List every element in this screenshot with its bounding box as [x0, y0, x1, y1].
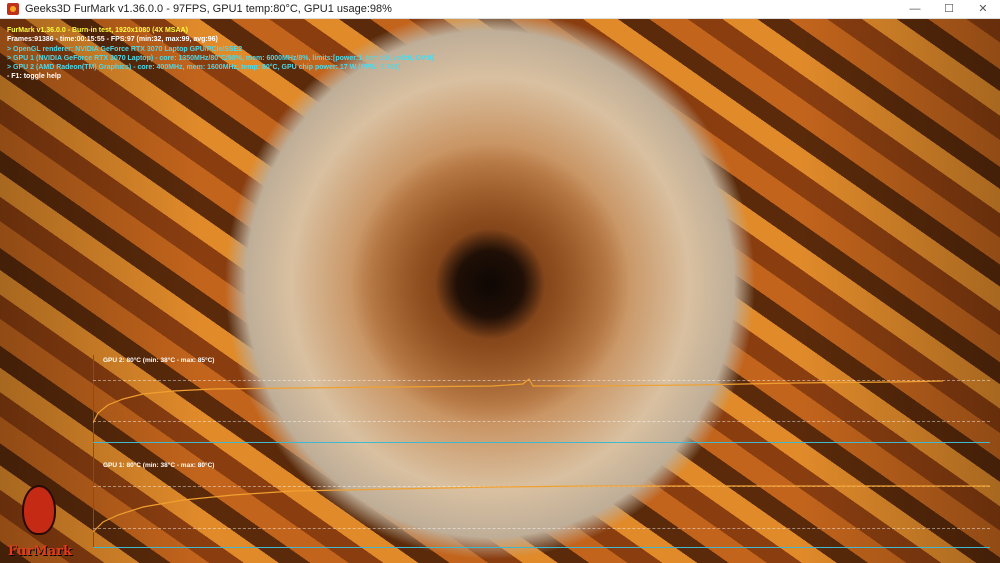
gpu2-temp-line — [93, 378, 944, 424]
gpu1-temp-line — [93, 485, 990, 533]
hud-help: - F1: toggle help — [7, 73, 62, 81]
render-viewport: FurMark v1.36.0.0 - Burn-in test, 1920x1… — [0, 19, 1000, 563]
gpu2-temp-graph: GPU 2: 80°C (min: 38°C - max: 85°C) — [93, 355, 990, 443]
hud-overlay: FurMark v1.36.0.0 - Burn-in test, 1920x1… — [7, 26, 434, 82]
hud-renderer: > OpenGL renderer: NVIDIA GeForce RTX 30… — [7, 45, 243, 53]
furmark-app-icon — [7, 3, 19, 15]
window-title: Geeks3D FurMark v1.36.0.0 - 97FPS, GPU1 … — [25, 3, 392, 15]
furmark-logo: FurMark — [8, 479, 72, 559]
title-bar: Geeks3D FurMark v1.36.0.0 - 97FPS, GPU1 … — [0, 0, 1000, 19]
hud-gpu2: > GPU 2 (AMD Radeon(TM) Graphics) - core… — [7, 64, 401, 72]
furmark-mascot-icon — [22, 485, 56, 535]
logo-text: FurMark — [8, 544, 72, 559]
gpu1-temp-graph: GPU 1: 80°C (min: 38°C - max: 80°C) — [93, 460, 990, 548]
hud-frames: Frames:91386 - time:00:15:55 - FPS:97 (m… — [7, 36, 218, 44]
maximize-button[interactable]: ☐ — [932, 0, 966, 19]
hud-gpu1: > GPU 1 (NVIDIA GeForce RTX 3070 Laptop)… — [7, 54, 434, 62]
close-button[interactable]: ✕ — [966, 0, 1000, 19]
minimize-button[interactable]: — — [898, 0, 932, 19]
hud-title: FurMark v1.36.0.0 - Burn-in test, 1920x1… — [7, 27, 188, 34]
